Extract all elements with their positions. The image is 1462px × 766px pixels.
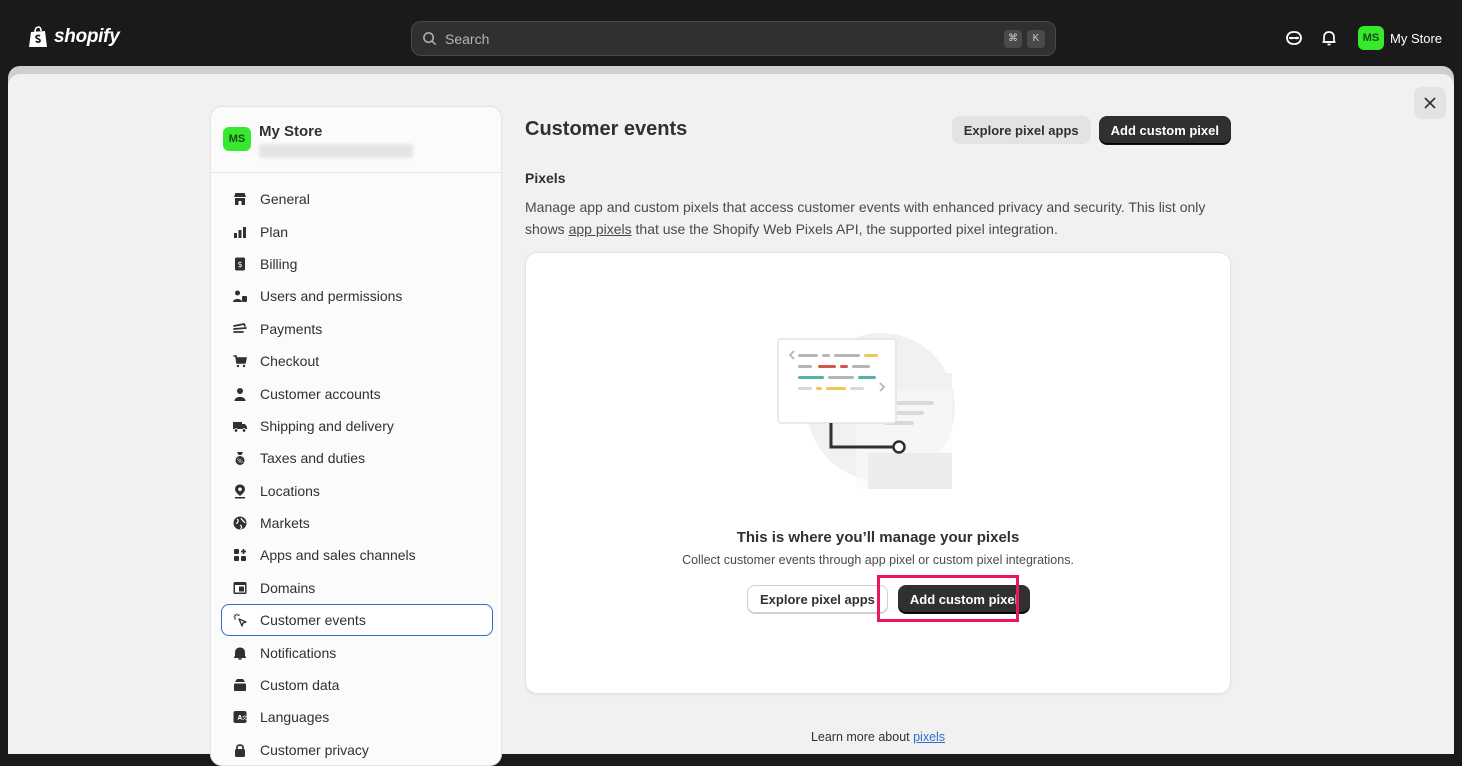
pixels-illustration xyxy=(777,333,955,489)
explore-pixel-apps-button[interactable]: Explore pixel apps xyxy=(951,116,1091,144)
sidebar-item-taxes[interactable]: % Taxes and duties xyxy=(221,442,493,474)
sidebar-item-general[interactable]: General xyxy=(221,183,493,215)
app-pixels-link[interactable]: app pixels xyxy=(569,221,632,237)
pixels-description: Manage app and custom pixels that access… xyxy=(525,196,1231,240)
shopify-logo[interactable]: shopify xyxy=(28,26,120,48)
sidebar-item-domains[interactable]: Domains xyxy=(221,572,493,604)
sidebar-item-checkout[interactable]: Checkout xyxy=(221,345,493,377)
taxes-icon: % xyxy=(235,452,245,466)
settings-sidebar: MS My Store General Plan $ Billing Users… xyxy=(210,106,502,766)
store-icon xyxy=(234,193,246,206)
pixels-empty-state-card: This is where you’ll manage your pixels … xyxy=(525,252,1231,694)
store-name: My Store xyxy=(1390,30,1443,46)
location-icon xyxy=(235,484,245,499)
payments-icon xyxy=(233,322,247,333)
shopify-bag-icon xyxy=(29,26,47,47)
desc-text-end: that use the Shopify Web Pixels API, the… xyxy=(631,221,1058,237)
cart-icon xyxy=(233,355,247,368)
shortcut-cmd-key: ⌘ xyxy=(1004,29,1022,48)
svg-text:文: 文 xyxy=(242,715,247,722)
sidebar-item-notifications[interactable]: Notifications xyxy=(221,636,493,668)
sidekick-icon[interactable] xyxy=(1284,28,1304,48)
sidebar-item-customer-events[interactable]: Customer events xyxy=(221,604,493,637)
sidebar-item-payments[interactable]: Payments xyxy=(221,313,493,345)
empty-state-subtitle: Collect customer events through app pixe… xyxy=(682,553,1074,567)
sidebar-item-label: Locations xyxy=(260,482,320,499)
svg-text:%: % xyxy=(237,458,243,465)
sidebar-item-custom-data[interactable]: Custom data xyxy=(221,669,493,701)
header-actions: Explore pixel apps Add custom pixel xyxy=(951,116,1231,144)
sidebar-item-shipping[interactable]: Shipping and delivery xyxy=(221,410,493,442)
sidebar-item-label: General xyxy=(260,191,310,208)
sidebar-item-label: Taxes and duties xyxy=(260,450,366,467)
plan-icon xyxy=(234,226,246,238)
search-icon xyxy=(423,32,437,46)
sidebar-item-label: Apps and sales channels xyxy=(260,547,416,564)
sidebar-item-languages[interactable]: A文 Languages xyxy=(221,701,493,733)
bell-icon[interactable] xyxy=(1319,28,1339,48)
sidebar-item-label: Custom data xyxy=(260,677,340,694)
sidebar-item-customer-accounts[interactable]: Customer accounts xyxy=(221,377,493,409)
sidebar-item-label: Billing xyxy=(260,255,298,272)
store-url-redacted xyxy=(259,144,413,158)
globe-icon xyxy=(233,516,247,530)
logo-text: shopify xyxy=(54,26,120,47)
sidebar-item-label: Languages xyxy=(260,709,330,726)
pixels-link[interactable]: pixels xyxy=(913,730,945,744)
database-icon xyxy=(234,679,246,692)
sidebar-item-label: Customer events xyxy=(260,612,366,629)
sidebar-item-label: Plan xyxy=(260,223,289,240)
sidebar-item-plan[interactable]: Plan xyxy=(221,215,493,247)
sidebar-item-locations[interactable]: Locations xyxy=(221,475,493,507)
store-header[interactable]: MS My Store xyxy=(211,107,501,173)
truck-icon xyxy=(233,421,247,433)
sidebar-item-label: Checkout xyxy=(260,353,320,370)
shortcut-k-key: K xyxy=(1027,29,1045,48)
sidebar-item-label: Customer privacy xyxy=(260,741,369,758)
sidebar-item-customer-privacy[interactable]: Customer privacy xyxy=(221,734,493,766)
sidebar-item-billing[interactable]: $ Billing xyxy=(221,248,493,280)
apps-icon xyxy=(234,549,246,562)
empty-explore-pixel-apps-button[interactable]: Explore pixel apps xyxy=(747,585,888,613)
sidebar-store-name: My Store xyxy=(259,123,323,140)
bell-icon xyxy=(234,647,246,660)
language-icon: A文 xyxy=(233,711,247,724)
learn-more-text: Learn more about xyxy=(810,730,914,744)
sidebar-item-markets[interactable]: Markets xyxy=(221,507,493,539)
close-icon xyxy=(1424,97,1436,109)
close-button[interactable] xyxy=(1414,87,1446,119)
domains-icon xyxy=(233,581,247,594)
sidebar-item-label: Payments xyxy=(260,320,323,337)
highlight-box xyxy=(877,575,1019,622)
person-icon xyxy=(234,387,246,401)
store-avatar: MS xyxy=(1358,26,1384,50)
cursor-click-icon xyxy=(233,613,247,627)
lock-icon xyxy=(235,744,245,757)
sidebar-item-label: Domains xyxy=(260,579,316,596)
section-title-pixels: Pixels xyxy=(525,170,566,186)
settings-nav: General Plan $ Billing Users and permiss… xyxy=(221,183,493,766)
add-custom-pixel-button[interactable]: Add custom pixel xyxy=(1098,116,1231,144)
search-bar[interactable]: Search ⌘ K xyxy=(411,21,1056,56)
sidebar-item-label: Users and permissions xyxy=(260,288,403,305)
store-menu-button[interactable]: MS My Store xyxy=(1358,26,1442,50)
top-bar: shopify Search ⌘ K MS My Store xyxy=(0,0,1462,76)
sidebar-item-label: Markets xyxy=(260,515,310,532)
sidebar-item-apps[interactable]: Apps and sales channels xyxy=(221,539,493,571)
search-placeholder: Search xyxy=(445,30,490,47)
users-icon xyxy=(233,290,247,303)
sidebar-item-label: Notifications xyxy=(260,644,337,661)
sidebar-item-label: Shipping and delivery xyxy=(260,417,394,434)
learn-more: Learn more about pixels xyxy=(525,730,1231,744)
store-avatar: MS xyxy=(223,127,251,151)
empty-state-title: This is where you’ll manage your pixels xyxy=(736,529,1020,546)
sidebar-item-users[interactable]: Users and permissions xyxy=(221,280,493,312)
svg-text:$: $ xyxy=(237,260,242,269)
sidebar-item-label: Customer accounts xyxy=(260,385,381,402)
billing-icon: $ xyxy=(235,257,245,271)
page-title: Customer events xyxy=(525,118,688,140)
